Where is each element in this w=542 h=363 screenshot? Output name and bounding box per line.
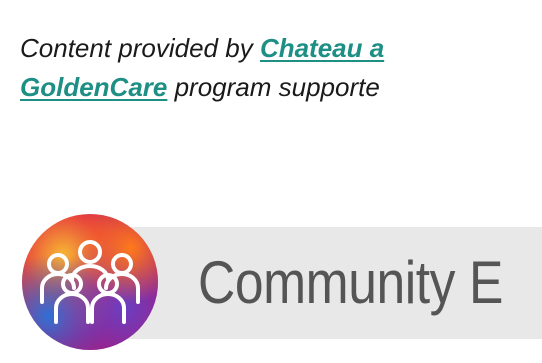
- caption-suffix: program supporte: [167, 72, 380, 102]
- chateau-link[interactable]: Chateau a: [260, 33, 384, 63]
- content-credit-caption: Content provided by Chateau a GoldenCare…: [20, 29, 542, 107]
- caption-line-1: Content provided by Chateau a: [20, 29, 542, 68]
- caption-prefix: Content provided by: [20, 33, 260, 63]
- caption-line-2: GoldenCare program supporte: [20, 68, 542, 107]
- goldencare-link[interactable]: GoldenCare: [20, 72, 167, 102]
- community-people-icon: [22, 214, 158, 350]
- banner-title: Community E: [198, 249, 503, 316]
